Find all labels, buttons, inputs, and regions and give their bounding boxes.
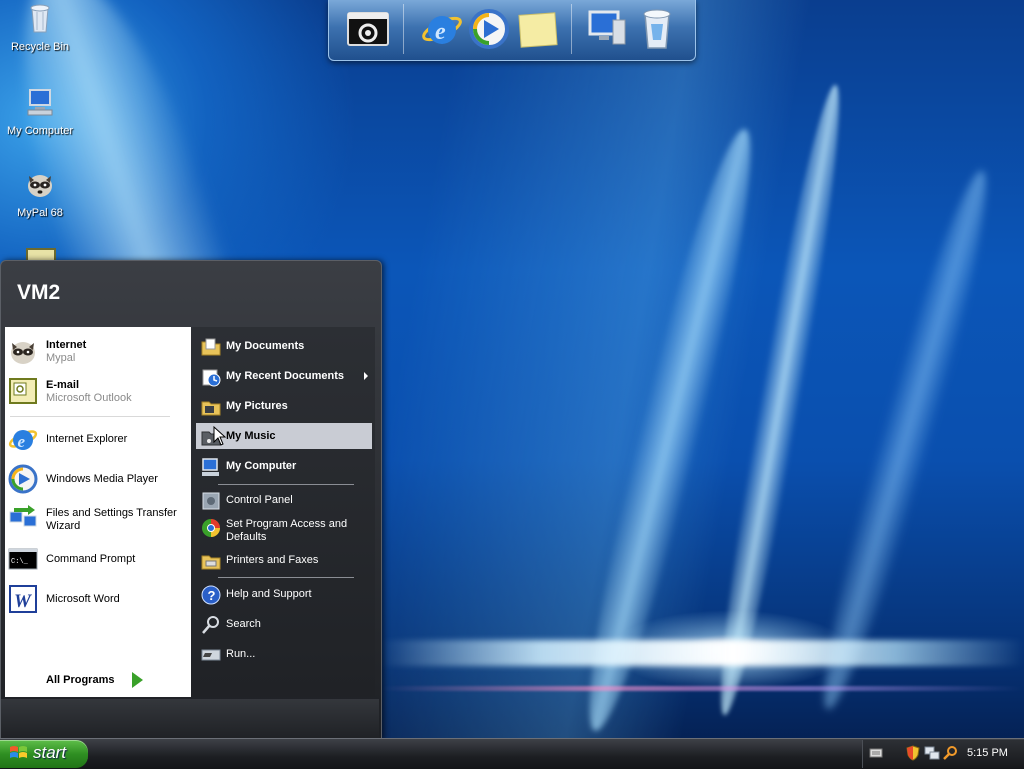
desktop-icon-label: MyPal 68 <box>17 207 63 219</box>
folder-icon <box>201 401 221 416</box>
help-icon: ? <box>201 585 221 605</box>
right-item-label: My Pictures <box>226 400 288 412</box>
recent-item-microsoft-word[interactable]: W Microsoft Word <box>4 581 186 617</box>
recycle-bin-icon <box>30 4 50 33</box>
dock-separator <box>571 4 572 54</box>
desktop-icon-mypal[interactable]: MyPal 68 <box>0 168 80 219</box>
start-menu-footer <box>1 699 379 739</box>
svg-text:?: ? <box>208 588 216 603</box>
desktop-icon-label: My Computer <box>6 125 74 137</box>
internet-explorer-icon: e <box>8 430 38 451</box>
recent-label: Command Prompt <box>46 553 136 565</box>
pinned-item-internet[interactable]: Internet Mypal <box>4 333 186 369</box>
pinned-subtitle: Mypal <box>46 352 76 364</box>
network-icon[interactable] <box>924 745 940 761</box>
right-item-label: Printers and Faxes <box>226 554 319 566</box>
my-computer-icon <box>27 89 53 116</box>
windows-flag-icon <box>10 746 27 758</box>
my-computer-icon[interactable] <box>585 6 631 52</box>
right-item-my-documents[interactable]: My Documents <box>196 333 372 359</box>
keyboard-icon[interactable] <box>869 747 883 759</box>
wallpaper-streak <box>704 81 856 719</box>
menu-separator <box>218 577 354 578</box>
pinned-subtitle: Microsoft Outlook <box>46 392 132 404</box>
media-player-icon <box>8 464 38 494</box>
raccoon-icon <box>11 342 35 364</box>
right-item-label: Control Panel <box>226 494 293 506</box>
recent-item-transfer-wizard[interactable]: Files and Settings Transfer Wizard <box>4 501 186 537</box>
start-button-label: start <box>33 743 67 762</box>
recent-label: Internet Explorer <box>46 433 128 445</box>
program-access-icon <box>202 519 220 537</box>
svg-text:W: W <box>14 591 32 612</box>
right-item-set-program-access[interactable]: Set Program Access and Defaults <box>196 514 372 546</box>
recent-item-internet-explorer[interactable]: e Internet Explorer <box>4 421 186 457</box>
search-tray-icon[interactable] <box>942 745 958 761</box>
mouse-cursor-icon <box>213 426 227 446</box>
run-icon <box>201 649 221 661</box>
right-item-label: Search <box>226 618 261 630</box>
recent-label: Microsoft Word <box>46 593 120 605</box>
settings-terminal-icon[interactable] <box>345 6 391 52</box>
top-dock: e <box>328 0 696 61</box>
right-item-label: My Recent Documents <box>226 370 344 382</box>
wallpaper-horizon-line <box>380 686 1024 691</box>
wallpaper-streak <box>803 163 1007 717</box>
desktop-icon-my-computer[interactable]: My Computer <box>0 86 80 137</box>
right-item-label: Help and Support <box>226 588 312 600</box>
folder-icon <box>201 338 221 356</box>
pinned-item-email[interactable]: E-mail Microsoft Outlook <box>4 373 186 409</box>
pinned-title: Internet <box>46 339 87 351</box>
control-panel-icon <box>202 492 220 510</box>
media-player-icon[interactable] <box>466 6 512 52</box>
right-item-label: Set Program Access and Defaults <box>226 518 348 543</box>
raccoon-icon <box>28 175 52 197</box>
right-item-printers-faxes[interactable]: Printers and Faxes <box>196 547 372 573</box>
command-prompt-icon: C:\_ <box>8 548 38 570</box>
submenu-arrow-icon <box>364 372 368 380</box>
recent-label: Windows Media Player <box>46 473 158 485</box>
right-item-run[interactable]: Run... <box>196 641 372 667</box>
all-programs-arrow-icon[interactable] <box>132 672 143 688</box>
sticky-note-icon[interactable] <box>515 6 561 52</box>
right-item-label: My Music <box>226 430 276 442</box>
right-item-my-recent-documents[interactable]: My Recent Documents <box>196 363 372 389</box>
recycle-bin-icon[interactable] <box>634 6 680 52</box>
right-item-search[interactable]: Search <box>196 611 372 637</box>
recent-item-media-player[interactable]: Windows Media Player <box>4 461 186 497</box>
right-item-help-support[interactable]: ? Help and Support <box>196 581 372 607</box>
right-item-label: My Documents <box>226 340 305 352</box>
menu-separator <box>10 416 170 417</box>
pinned-title: E-mail <box>46 379 80 391</box>
start-menu-header: VM2 <box>1 261 379 323</box>
user-name: VM2 <box>17 281 61 304</box>
search-icon <box>202 616 219 634</box>
right-item-my-pictures[interactable]: My Pictures <box>196 393 372 419</box>
right-item-control-panel[interactable]: Control Panel <box>196 487 372 513</box>
recent-item-command-prompt[interactable]: C:\_ Command Prompt <box>4 541 186 577</box>
svg-text:e: e <box>435 19 446 45</box>
desktop-icon-recycle-bin[interactable]: Recycle Bin <box>0 2 80 53</box>
svg-text:e: e <box>18 432 26 451</box>
printer-folder-icon <box>201 555 221 570</box>
recent-label: Files and Settings Transfer Wizard <box>46 507 177 532</box>
menu-separator <box>218 484 354 485</box>
right-item-label: My Computer <box>226 460 297 472</box>
svg-text:C:\_: C:\_ <box>11 558 29 566</box>
dock-separator <box>403 4 404 54</box>
right-item-my-computer[interactable]: My Computer <box>196 453 372 479</box>
outlook-icon <box>9 378 37 404</box>
transfer-wizard-icon <box>9 505 37 527</box>
all-programs-button[interactable]: All Programs <box>46 674 114 686</box>
security-shield-icon[interactable] <box>906 745 920 761</box>
word-icon: W <box>9 585 37 613</box>
right-item-label: Run... <box>226 648 256 660</box>
recent-documents-icon <box>202 369 221 387</box>
my-computer-icon <box>202 458 219 476</box>
internet-explorer-icon[interactable]: e <box>419 6 465 52</box>
desktop-icon-label: Recycle Bin <box>10 41 70 53</box>
wallpaper-horizon-glow <box>380 640 1024 666</box>
taskbar-clock[interactable]: 5:15 PM <box>967 747 1008 759</box>
